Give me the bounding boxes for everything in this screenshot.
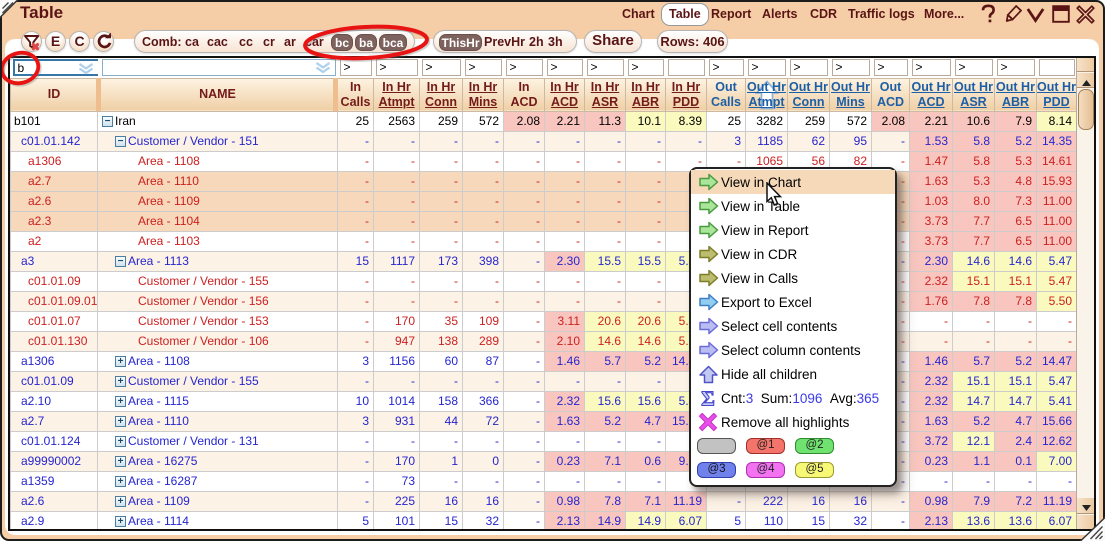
svg-text:Σ: Σ [701,388,715,409]
